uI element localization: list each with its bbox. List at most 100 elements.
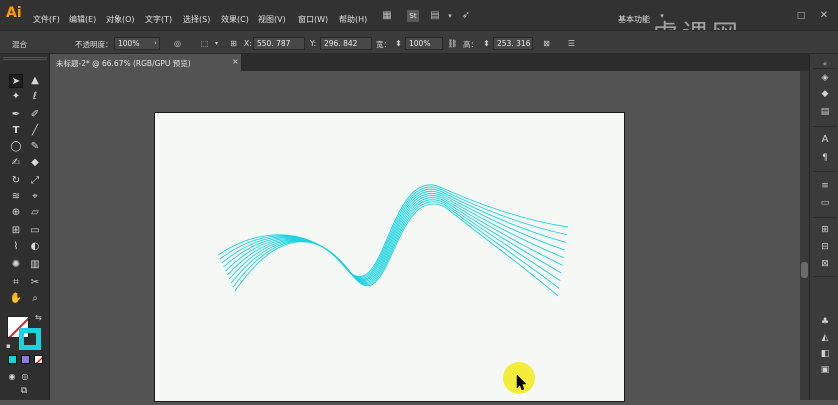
- paragraph-icon[interactable]: ¶: [819, 152, 831, 164]
- bridge-icon[interactable]: ▦: [381, 10, 393, 22]
- vertical-scrollbar[interactable]: [800, 71, 809, 400]
- document-tab[interactable]: 未标题-2* @ 66.67% (RGB/GPU 预览) ×: [51, 54, 242, 71]
- gradient-tool-icon[interactable]: ▭: [28, 224, 42, 238]
- scale-tool-icon[interactable]: ⤢: [28, 174, 42, 188]
- opacity-label: 不透明度：: [75, 40, 113, 49]
- default-fill-stroke-icon[interactable]: ▪: [6, 342, 11, 350]
- perspective-grid-tool-icon[interactable]: ▱: [28, 206, 42, 220]
- y-field[interactable]: 296. 842: [320, 37, 372, 50]
- align-to-icon[interactable]: ⬚: [199, 38, 210, 49]
- panel-menu-icon[interactable]: ☰: [566, 38, 577, 49]
- draw-normal-icon[interactable]: ◉: [5, 370, 19, 384]
- document-tab-title: 未标题-2* @ 66.67% (RGB/GPU 预览): [56, 59, 191, 68]
- change-screen-mode-icon[interactable]: ⧉: [17, 384, 31, 398]
- chevron-down-icon[interactable]: ▾: [444, 10, 456, 22]
- panel-grip[interactable]: [3, 57, 47, 60]
- dock-separator: [813, 171, 836, 172]
- blend-tool-icon[interactable]: ◐: [28, 240, 42, 254]
- line-segment-tool-icon[interactable]: ╱: [28, 124, 42, 138]
- menu-help[interactable]: 帮助(H): [339, 14, 367, 25]
- align-chevron-icon[interactable]: ▾: [211, 38, 222, 49]
- recolor-artwork-icon[interactable]: ◎: [172, 38, 183, 49]
- menu-window[interactable]: 窗口(W): [298, 14, 328, 25]
- blend-mode-label: 混合: [12, 40, 27, 49]
- pathfinder-icon[interactable]: ⊟: [819, 241, 831, 253]
- document-tab-close-icon[interactable]: ×: [232, 57, 239, 66]
- selection-tool-icon[interactable]: ➤: [9, 74, 23, 88]
- mesh-tool-icon[interactable]: ⊞: [9, 224, 23, 238]
- transparency-icon[interactable]: ▣: [819, 364, 831, 376]
- swap-fill-stroke-icon[interactable]: ⇆: [35, 313, 42, 322]
- appearance-icon[interactable]: ◧: [819, 348, 831, 360]
- height-stepper-icon[interactable]: ⬍: [481, 38, 492, 49]
- gpu-performance-icon[interactable]: ➶: [460, 10, 472, 22]
- slice-tool-icon[interactable]: ✂: [28, 276, 42, 290]
- layers-icon[interactable]: ▤: [819, 106, 831, 118]
- type-tool-icon[interactable]: T: [9, 124, 23, 138]
- cursor-highlight: [503, 362, 535, 394]
- menu-effect[interactable]: 效果(C): [221, 14, 249, 25]
- rotate-tool-icon[interactable]: ↻: [9, 174, 23, 188]
- wave-line[interactable]: [221, 188, 566, 279]
- menu-file[interactable]: 文件(F): [33, 14, 60, 25]
- artboard[interactable]: [154, 112, 625, 402]
- character-icon[interactable]: A: [819, 134, 831, 146]
- vertical-scrollbar-thumb[interactable]: [801, 262, 808, 278]
- artboard-tool-icon[interactable]: ⌗: [9, 276, 23, 290]
- none-mode-icon[interactable]: [34, 355, 43, 364]
- reference-point-icon[interactable]: ⊞: [228, 38, 239, 49]
- width-field[interactable]: 100%: [405, 37, 443, 50]
- hand-tool-icon[interactable]: ✋: [9, 292, 23, 306]
- transform-options-icon[interactable]: ⊠: [541, 38, 552, 49]
- lasso-tool-icon[interactable]: ℓ: [28, 90, 42, 104]
- menu-object[interactable]: 对象(O): [106, 14, 135, 25]
- paintbrush-tool-icon[interactable]: ✎: [28, 140, 42, 154]
- pen-tool-icon[interactable]: ✒: [9, 108, 23, 122]
- symbols-icon[interactable]: ♣: [819, 316, 831, 328]
- wave-artwork[interactable]: [155, 113, 626, 403]
- arrange-documents-icon[interactable]: ▤: [429, 10, 441, 22]
- menu-select[interactable]: 选择(S): [183, 14, 210, 25]
- maximize-icon[interactable]: □: [795, 10, 807, 22]
- shaper-tool-icon[interactable]: ✍: [9, 156, 23, 170]
- menu-bar: Ai 文件(F) 编辑(E) 对象(O) 文字(T) 选择(S) 效果(C) 视…: [0, 0, 838, 50]
- tools-panel: ➤ ▲ ✦ ℓ ✒ ✐ T ╱ ◯ ✎ ✍ ◆ ↻ ⤢ ≋ ⌖ ⊕ ▱ ⊞ ▭ …: [0, 54, 50, 400]
- stroke-panel-icon[interactable]: ≡: [819, 180, 831, 192]
- properties-icon[interactable]: ◆: [819, 88, 831, 100]
- curvature-tool-icon[interactable]: ✐: [28, 108, 42, 122]
- mouse-pointer-icon: [516, 374, 527, 391]
- eyedropper-tool-icon[interactable]: ⌇: [9, 240, 23, 254]
- height-field[interactable]: 253. 316: [493, 37, 533, 50]
- menu-view[interactable]: 视图(V): [258, 14, 286, 25]
- shape-builder-tool-icon[interactable]: ⊕: [9, 206, 23, 220]
- draw-behind-icon[interactable]: ◎: [18, 370, 32, 384]
- align-panel-icon[interactable]: ⊞: [819, 224, 831, 236]
- width-tool-icon[interactable]: ≋: [9, 190, 23, 204]
- menu-edit[interactable]: 编辑(E): [69, 14, 96, 25]
- libraries-icon[interactable]: ◈: [819, 72, 831, 84]
- zoom-tool-icon[interactable]: ⌕: [28, 292, 42, 306]
- color-mode-icon[interactable]: [8, 355, 17, 364]
- direct-selection-tool-icon[interactable]: ▲: [28, 74, 42, 88]
- width-stepper-icon[interactable]: ⬍: [393, 38, 404, 49]
- gradient-panel-icon[interactable]: ▭: [819, 197, 831, 209]
- graphic-styles-icon[interactable]: ◭: [819, 332, 831, 344]
- menu-type[interactable]: 文字(T): [145, 14, 172, 25]
- constrain-proportions-icon[interactable]: ⛓: [447, 38, 458, 49]
- close-icon[interactable]: ✕: [818, 10, 830, 22]
- x-field[interactable]: 550. 787: [253, 37, 305, 50]
- ellipse-tool-icon[interactable]: ◯: [9, 140, 23, 154]
- stroke-swatch[interactable]: [19, 328, 41, 350]
- magic-wand-tool-icon[interactable]: ✦: [9, 90, 23, 104]
- symbol-sprayer-tool-icon[interactable]: ✺: [9, 258, 23, 272]
- workspace-switcher[interactable]: 基本功能: [618, 14, 650, 25]
- free-transform-tool-icon[interactable]: ⌖: [28, 190, 42, 204]
- canvas-area[interactable]: [51, 71, 800, 402]
- column-graph-tool-icon[interactable]: ▥: [28, 258, 42, 272]
- gradient-mode-icon[interactable]: [21, 355, 30, 364]
- opacity-chevron-icon[interactable]: ›: [150, 38, 161, 49]
- eraser-tool-icon[interactable]: ◆: [28, 156, 42, 170]
- dock-separator: [813, 217, 836, 218]
- stock-icon[interactable]: St: [407, 10, 419, 22]
- transform-panel-icon[interactable]: ⊠: [819, 258, 831, 270]
